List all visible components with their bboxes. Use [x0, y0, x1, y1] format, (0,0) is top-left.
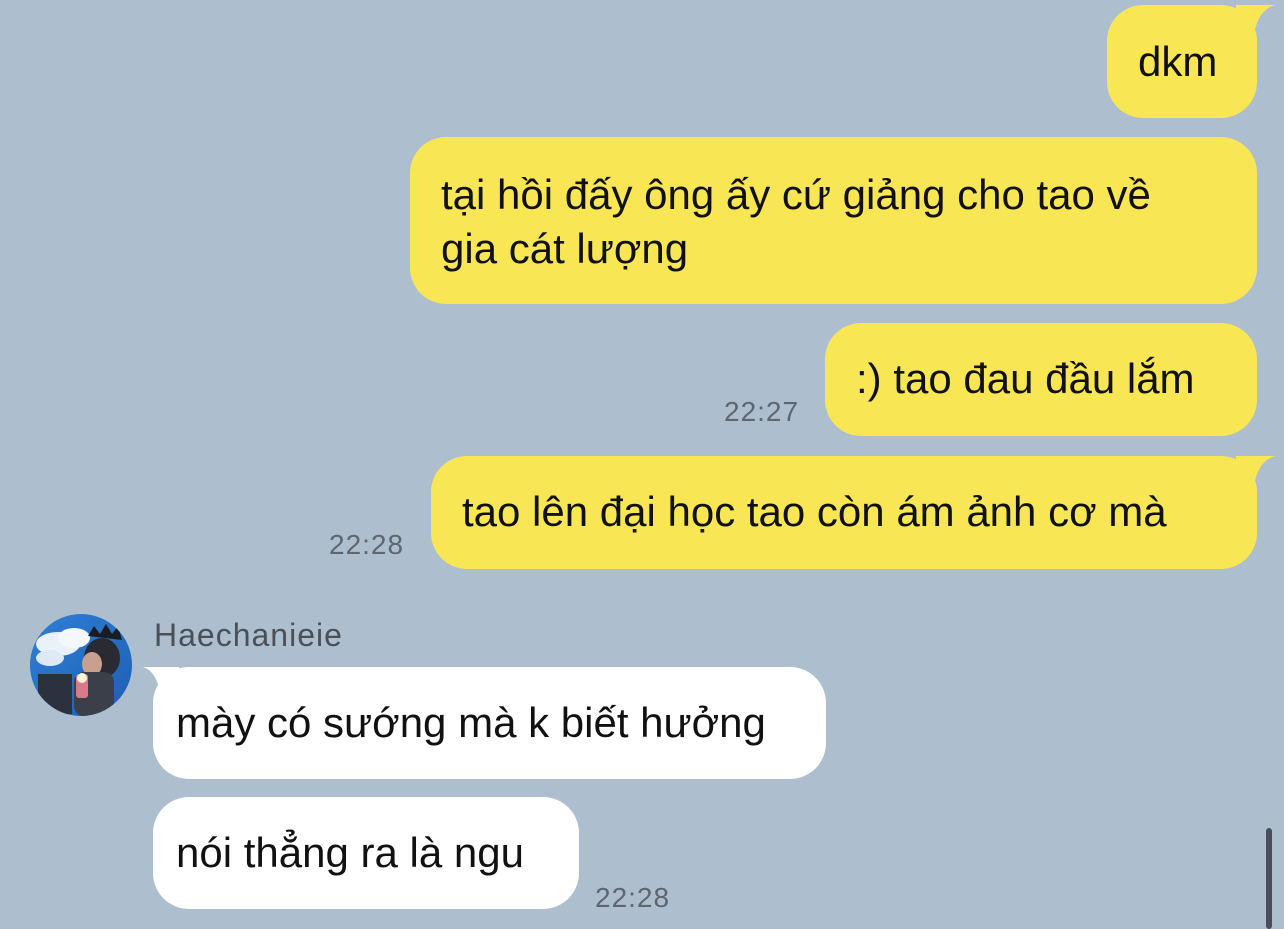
- message-text: :) tao đau đầu lắm: [856, 355, 1195, 402]
- outgoing-message-bubble[interactable]: dkm: [1107, 5, 1257, 118]
- message-timestamp: 22:27: [724, 396, 800, 427]
- bubble-tail: [143, 667, 179, 697]
- outgoing-message-bubble[interactable]: tao lên đại học tao còn ám ảnh cơ mà: [431, 456, 1257, 569]
- outgoing-message-bubble[interactable]: :) tao đau đầu lắm: [825, 323, 1257, 436]
- bubble-tail: [1236, 456, 1276, 486]
- incoming-message-bubble[interactable]: mày có sướng mà k biết hưởng: [153, 667, 826, 779]
- message-text-line: tại hồi đấy ông ấy cứ giảng cho tao về: [441, 171, 1151, 218]
- message-timestamp: 22:28: [329, 529, 405, 560]
- sender-avatar[interactable]: [30, 614, 132, 716]
- sender-name: Haechanieie: [154, 617, 343, 653]
- message-text: nói thẳng ra là ngu: [176, 829, 524, 876]
- bubble-tail: [1236, 5, 1276, 35]
- message-text-line: gia cát lượng: [441, 225, 689, 272]
- message-text: mày có sướng mà k biết hưởng: [176, 699, 766, 746]
- profile-photo-icon: [30, 614, 132, 716]
- incoming-message-bubble[interactable]: nói thẳng ra là ngu: [153, 797, 579, 909]
- message-text: tao lên đại học tao còn ám ảnh cơ mà: [462, 488, 1167, 535]
- message-text: dkm: [1138, 38, 1218, 85]
- scrollbar-thumb[interactable]: [1266, 828, 1272, 929]
- message-timestamp: 22:28: [595, 882, 671, 913]
- outgoing-message-bubble[interactable]: tại hồi đấy ông ấy cứ giảng cho tao về g…: [410, 137, 1257, 304]
- chat-message-list[interactable]: dkm tại hồi đấy ông ấy cứ giảng cho tao …: [0, 0, 1284, 929]
